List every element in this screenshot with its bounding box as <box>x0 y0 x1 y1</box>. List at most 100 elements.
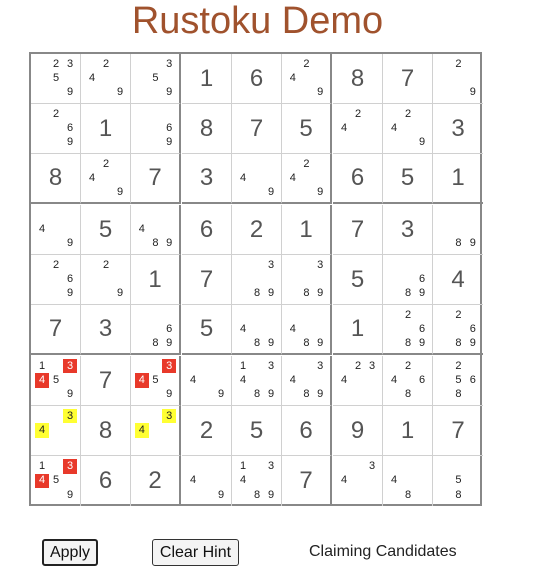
sudoku-cell-r7c2[interactable]: 7 <box>81 356 131 406</box>
sudoku-cell-r5c8[interactable]: 689 <box>383 255 433 305</box>
cell-value: 6 <box>299 416 313 444</box>
sudoku-cell-r6c2[interactable]: 3 <box>81 305 131 355</box>
candidate-9 <box>466 488 480 503</box>
sudoku-cell-r4c5[interactable]: 2 <box>232 205 282 255</box>
clear-hint-button[interactable]: Clear Hint <box>152 539 239 566</box>
sudoku-cell-r4c3[interactable]: 489 <box>131 205 181 255</box>
candidate-2: 2 <box>102 157 110 170</box>
sudoku-cell-r8c7[interactable]: 9 <box>333 406 383 456</box>
sudoku-cell-r3c9[interactable]: 1 <box>433 154 483 204</box>
sudoku-cell-r8c3[interactable]: 34 <box>131 406 181 456</box>
sudoku-cell-r1c2[interactable]: 24 9 <box>81 54 131 104</box>
sudoku-cell-r3c2[interactable]: 24 9 <box>81 154 131 204</box>
sudoku-cell-r5c6[interactable]: 3 89 <box>282 255 332 305</box>
sudoku-cell-r8c5[interactable]: 5 <box>232 406 282 456</box>
sudoku-cell-r4c6[interactable]: 1 <box>282 205 332 255</box>
sudoku-cell-r9c3[interactable]: 2 <box>131 456 181 506</box>
candidate-6: 6 <box>418 373 426 386</box>
sudoku-cell-r2c4[interactable]: 8 <box>182 104 232 154</box>
sudoku-cell-r2c8[interactable]: 24 9 <box>383 104 433 154</box>
sudoku-cell-r4c2[interactable]: 5 <box>81 205 131 255</box>
candidate-4 <box>387 322 401 336</box>
sudoku-cell-r4c9[interactable]: 89 <box>433 205 483 255</box>
sudoku-cell-r4c4[interactable]: 6 <box>182 205 232 255</box>
sudoku-cell-r6c4[interactable]: 5 <box>182 305 232 355</box>
sudoku-cell-r1c6[interactable]: 24 9 <box>282 54 332 104</box>
sudoku-cell-r7c5[interactable]: 1 3 489 <box>232 356 282 406</box>
candidate-4: 4 <box>135 373 149 388</box>
sudoku-cell-r4c7[interactable]: 7 <box>333 205 383 255</box>
sudoku-cell-r2c5[interactable]: 7 <box>232 104 282 154</box>
sudoku-cell-r9c5[interactable]: 1 3 489 <box>232 456 282 506</box>
sudoku-cell-r3c5[interactable]: 49 <box>232 154 282 204</box>
candidate-8 <box>99 86 113 100</box>
sudoku-cell-r2c9[interactable]: 3 <box>433 104 483 154</box>
sudoku-cell-r8c1[interactable]: 34 <box>31 406 81 456</box>
sudoku-cell-r6c9[interactable]: 2689 <box>433 305 483 355</box>
sudoku-cell-r2c6[interactable]: 5 <box>282 104 332 154</box>
sudoku-cell-r2c2[interactable]: 1 <box>81 104 131 154</box>
sudoku-cell-r7c1[interactable]: 1 3459 <box>31 356 81 406</box>
sudoku-cell-r5c5[interactable]: 3 89 <box>232 255 282 305</box>
candidate-4: 4 <box>35 473 49 489</box>
sudoku-cell-r7c6[interactable]: 3 489 <box>282 356 332 406</box>
candidate-grid: 23 4 <box>337 359 379 402</box>
sudoku-cell-r5c9[interactable]: 4 <box>433 255 483 305</box>
candidate-2 <box>300 308 314 322</box>
sudoku-cell-r4c8[interactable]: 3 <box>383 205 433 255</box>
sudoku-cell-r2c3[interactable]: 69 <box>131 104 181 154</box>
sudoku-cell-r9c7[interactable]: 34 <box>333 456 383 506</box>
sudoku-cell-r3c4[interactable]: 3 <box>182 154 232 204</box>
sudoku-cell-r5c3[interactable]: 1 <box>131 255 181 305</box>
sudoku-cell-r9c9[interactable]: 58 <box>433 456 483 506</box>
sudoku-cell-r6c6[interactable]: 489 <box>282 305 332 355</box>
sudoku-cell-r1c8[interactable]: 7 <box>383 54 433 104</box>
candidate-8: 8 <box>404 489 412 502</box>
sudoku-cell-r8c9[interactable]: 7 <box>433 406 483 456</box>
sudoku-cell-r6c3[interactable]: 689 <box>131 305 181 355</box>
sudoku-cell-r9c8[interactable]: 48 <box>383 456 433 506</box>
sudoku-cell-r7c9[interactable]: 2568 <box>433 356 483 406</box>
sudoku-cell-r3c7[interactable]: 6 <box>333 154 383 204</box>
sudoku-cell-r9c4[interactable]: 49 <box>182 456 232 506</box>
sudoku-cell-r1c4[interactable]: 1 <box>182 54 232 104</box>
sudoku-cell-r1c5[interactable]: 6 <box>232 54 282 104</box>
apply-button[interactable]: Apply <box>42 539 98 566</box>
candidate-1 <box>135 308 149 322</box>
sudoku-cell-r8c4[interactable]: 2 <box>182 406 232 456</box>
sudoku-cell-r7c3[interactable]: 3459 <box>131 356 181 406</box>
sudoku-cell-r3c3[interactable]: 7 <box>131 154 181 204</box>
candidate-7 <box>236 287 250 301</box>
sudoku-cell-r5c1[interactable]: 26 9 <box>31 255 81 305</box>
sudoku-cell-r2c7[interactable]: 24 <box>333 104 383 154</box>
sudoku-cell-r3c8[interactable]: 5 <box>383 154 433 204</box>
sudoku-cell-r7c4[interactable]: 49 <box>182 356 232 406</box>
sudoku-cell-r1c7[interactable]: 8 <box>333 54 383 104</box>
sudoku-cell-r1c9[interactable]: 29 <box>433 54 483 104</box>
sudoku-cell-r3c1[interactable]: 8 <box>31 154 81 204</box>
sudoku-cell-r1c3[interactable]: 359 <box>131 54 181 104</box>
sudoku-cell-r9c6[interactable]: 7 <box>282 456 332 506</box>
sudoku-cell-r1c1[interactable]: 2359 <box>31 54 81 104</box>
sudoku-cell-r5c4[interactable]: 7 <box>182 255 232 305</box>
sudoku-cell-r9c1[interactable]: 1 3459 <box>31 456 81 506</box>
candidate-8 <box>351 488 365 503</box>
sudoku-cell-r7c8[interactable]: 24 68 <box>383 356 433 406</box>
candidate-5 <box>149 322 163 336</box>
candidate-7 <box>437 237 451 251</box>
sudoku-cell-r6c1[interactable]: 7 <box>31 305 81 355</box>
sudoku-cell-r8c6[interactable]: 6 <box>282 406 332 456</box>
candidate-1 <box>135 409 149 423</box>
sudoku-cell-r3c6[interactable]: 24 9 <box>282 154 332 204</box>
sudoku-cell-r7c7[interactable]: 23 4 <box>333 356 383 406</box>
sudoku-cell-r4c1[interactable]: 49 <box>31 205 81 255</box>
sudoku-cell-r6c8[interactable]: 2689 <box>383 305 433 355</box>
sudoku-cell-r8c8[interactable]: 1 <box>383 406 433 456</box>
sudoku-cell-r2c1[interactable]: 26 9 <box>31 104 81 154</box>
sudoku-cell-r9c2[interactable]: 6 <box>81 456 131 506</box>
sudoku-cell-r5c7[interactable]: 5 <box>333 255 383 305</box>
sudoku-cell-r6c5[interactable]: 489 <box>232 305 282 355</box>
sudoku-cell-r5c2[interactable]: 29 <box>81 255 131 305</box>
sudoku-cell-r6c7[interactable]: 1 <box>333 305 383 355</box>
sudoku-cell-r8c2[interactable]: 8 <box>81 406 131 456</box>
